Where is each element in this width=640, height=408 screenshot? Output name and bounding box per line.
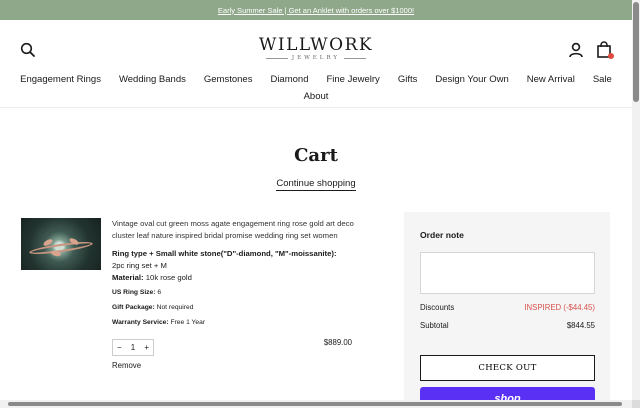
quantity-decrease-button[interactable]: − [117, 343, 122, 352]
site-logo[interactable]: WILLWORK JEWELRY [0, 36, 632, 61]
option-gift-package: Gift Package: Not required [112, 303, 367, 313]
option-ring-size-label: US Ring Size: [112, 289, 156, 296]
cart-button[interactable] [596, 41, 614, 59]
cart-count-badge [608, 53, 614, 59]
nav-item-new-arrival[interactable]: New Arrival [518, 71, 584, 88]
option-gift-package-label: Gift Package: [112, 304, 155, 311]
option-ring-type-label: Ring type + Small white stone("D"-diamon… [112, 249, 337, 258]
cart-item-details: Vintage oval cut green moss agate engage… [112, 218, 367, 328]
option-material-label: Material: [112, 273, 144, 282]
logo-sub-text: JEWELRY [291, 55, 341, 61]
order-note-textarea[interactable] [420, 252, 595, 294]
horizontal-scrollbar-thumb[interactable] [8, 402, 622, 406]
option-ring-type: Ring type + Small white stone("D"-diamon… [112, 248, 367, 272]
quantity-stepper: − 1 + [112, 339, 154, 356]
option-ring-size-value: 6 [157, 289, 162, 296]
option-material: Material: 10k rose gold [112, 272, 367, 284]
order-note-label: Order note [420, 230, 464, 240]
nav-item-diamond[interactable]: Diamond [261, 71, 317, 88]
option-ring-size: US Ring Size: 6 [112, 288, 367, 298]
remove-item-link[interactable]: Remove [112, 361, 141, 370]
logo-rule-right [344, 57, 367, 59]
continue-shopping-wrap: Continue shopping [0, 173, 632, 191]
nav-item-gifts[interactable]: Gifts [389, 71, 427, 88]
nav-item-sale[interactable]: Sale [584, 71, 621, 88]
announcement-link[interactable]: Early Summer Sale | Get an Anklet with o… [218, 6, 414, 15]
nav-item-fine-jewelry[interactable]: Fine Jewelry [317, 71, 388, 88]
horizontal-scrollbar[interactable] [0, 400, 632, 408]
product-image[interactable] [21, 218, 101, 270]
nav-row-primary: Engagement Rings Wedding Bands Gemstones… [0, 71, 632, 88]
line-item-price: $889.00 [323, 338, 352, 347]
subtotal-value: $844.55 [566, 321, 595, 330]
discounts-row: Discounts INSPIRED (-$44.45) [420, 303, 595, 312]
option-warranty: Warranty Service: Free 1 Year [112, 318, 367, 328]
option-material-value: 10k rose gold [145, 273, 192, 282]
nav-item-engagement-rings[interactable]: Engagement Rings [11, 71, 110, 88]
option-ring-type-value: 2pc ring set + M [112, 261, 167, 270]
logo-tagline: JEWELRY [0, 55, 632, 61]
nav-item-wedding-bands[interactable]: Wedding Bands [110, 71, 195, 88]
product-title-link[interactable]: Vintage oval cut green moss agate engage… [112, 218, 367, 242]
subtotal-row: Subtotal $844.55 [420, 321, 595, 330]
option-gift-package-value: Not required [156, 304, 194, 311]
page-title: Cart [294, 145, 338, 166]
site-header: WILLWORK JEWELRY Engagement Rings Weddin… [0, 20, 632, 108]
discounts-label: Discounts [420, 303, 455, 312]
option-warranty-value: Free 1 Year [170, 319, 206, 326]
user-icon [569, 42, 583, 58]
cart-summary-panel: Order note Discounts INSPIRED (-$44.45) … [404, 212, 610, 408]
quantity-input[interactable]: 1 [131, 343, 135, 352]
account-button[interactable] [568, 42, 584, 58]
nav-item-design-your-own[interactable]: Design Your Own [426, 71, 517, 88]
logo-wordmark: WILLWORK [258, 35, 374, 55]
continue-shopping-link[interactable]: Continue shopping [276, 178, 356, 191]
announcement-bar: Early Summer Sale | Get an Anklet with o… [0, 0, 632, 20]
nav-row-secondary: About [0, 88, 632, 105]
discounts-value: INSPIRED (-$44.45) [524, 303, 595, 312]
vertical-scrollbar[interactable] [632, 0, 640, 400]
logo-rule-left [265, 57, 288, 59]
option-warranty-label: Warranty Service: [112, 319, 169, 326]
nav-item-about[interactable]: About [295, 88, 338, 105]
subtotal-label: Subtotal [420, 321, 449, 330]
scrollbar-corner [632, 400, 640, 408]
checkout-button[interactable]: CHECK OUT [420, 355, 595, 381]
vertical-scrollbar-thumb[interactable] [633, 2, 639, 102]
nav-item-gemstones[interactable]: Gemstones [195, 71, 262, 88]
quantity-increase-button[interactable]: + [144, 343, 149, 352]
main-navigation: Engagement Rings Wedding Bands Gemstones… [0, 71, 632, 105]
